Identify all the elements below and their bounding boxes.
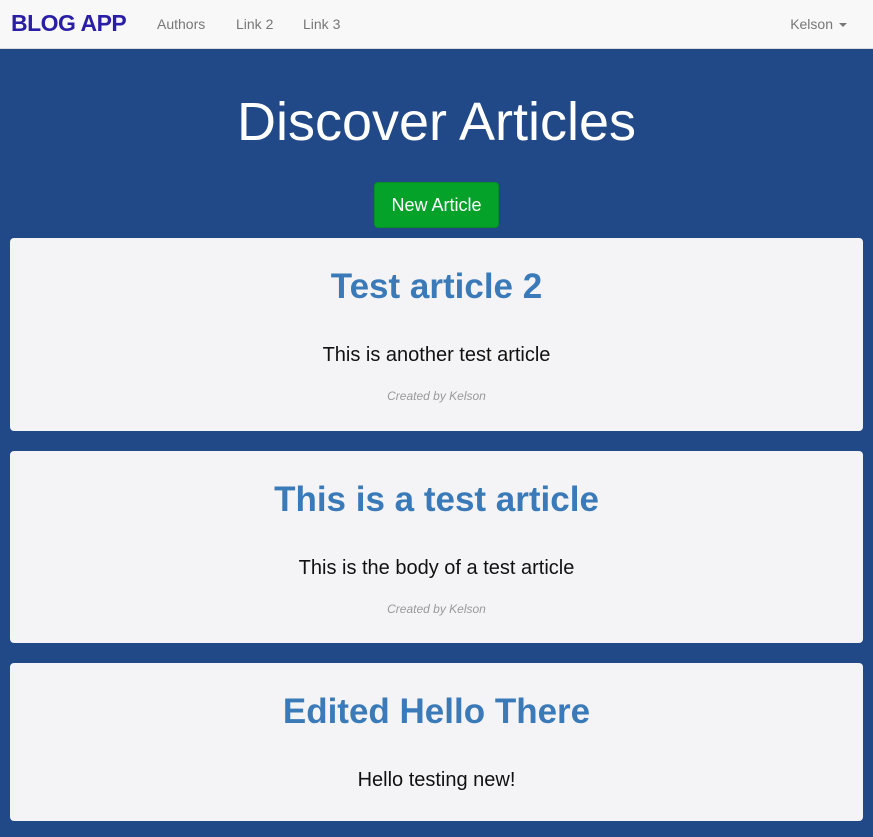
user-dropdown[interactable]: Kelson (790, 16, 847, 32)
article-card: This is a test article This is the body … (10, 451, 863, 643)
nav-link-authors[interactable]: Authors (157, 16, 205, 32)
article-body: This is the body of a test article (298, 557, 575, 579)
article-author: Created by Kelson (387, 389, 486, 403)
article-title-link[interactable]: Edited Hello There (10, 691, 863, 733)
article-body: Hello testing new! (357, 769, 516, 791)
article-title-link[interactable]: This is a test article (10, 479, 863, 521)
top-navbar: BLOG APP Authors Link 2 Link 3 Kelson (0, 0, 873, 49)
article-card: Test article 2 This is another test arti… (10, 238, 863, 431)
brand-logo-link[interactable]: BLOG APP (11, 10, 127, 37)
page-title: Discover Articles (236, 92, 637, 152)
article-author: Created by Kelson (387, 602, 486, 616)
article-title-link[interactable]: Test article 2 (10, 266, 863, 308)
nav-link-3[interactable]: Link 3 (303, 16, 340, 32)
new-article-button[interactable]: New Article (374, 182, 499, 228)
nav-link-2[interactable]: Link 2 (236, 16, 273, 32)
article-body: This is another test article (322, 344, 551, 366)
caret-down-icon (839, 23, 847, 27)
article-card: Edited Hello There Hello testing new! (10, 663, 863, 821)
user-name: Kelson (790, 16, 833, 32)
